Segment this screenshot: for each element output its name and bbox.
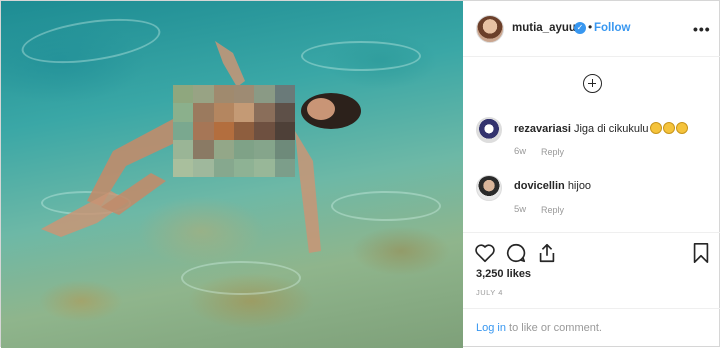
likes-count[interactable]: 3,250 likes [476, 268, 531, 280]
comment-item: rezavariasi Jiga di cikukulu 6w Reply [476, 117, 716, 161]
post-header: mutia_ayuu ✓ • Follow ••• [463, 1, 720, 57]
post-frame: mutia_ayuu ✓ • Follow ••• rezavariasi Ji… [0, 0, 720, 348]
more-options-icon[interactable]: ••• [693, 21, 711, 37]
commenter-avatar[interactable] [476, 117, 502, 143]
verified-badge-icon: ✓ [574, 22, 586, 34]
commenter-username[interactable]: dovicellin [514, 180, 565, 192]
login-prompt: Log in to like or comment. [463, 308, 720, 348]
login-rest-text: to like or comment. [505, 322, 602, 334]
commenter-username[interactable]: rezavariasi [514, 123, 571, 135]
comment-item: dovicellin hijoo 5w Reply [476, 175, 716, 219]
post-photo[interactable] [1, 1, 463, 348]
comment-text: rezavariasi Jiga di cikukulu [514, 122, 688, 135]
post-date[interactable]: JULY 4 [476, 288, 503, 297]
grin-emoji-icon [662, 122, 675, 134]
login-text: Log in to like or comment. [476, 322, 602, 334]
comment-time[interactable]: 5w [514, 204, 526, 215]
reply-button[interactable]: Reply [541, 147, 564, 157]
commenter-avatar[interactable] [476, 175, 502, 201]
comment-text: dovicellin hijoo [514, 180, 591, 192]
author-avatar[interactable] [476, 15, 504, 43]
comment-body: Jiga di cikukulu [573, 123, 649, 135]
login-link[interactable]: Log in [476, 322, 506, 334]
share-icon[interactable] [536, 242, 558, 264]
load-more-comments-icon[interactable] [583, 74, 602, 93]
separator-dot: • [588, 20, 593, 34]
grin-emoji-icon [649, 122, 662, 134]
comment-icon[interactable] [505, 242, 527, 264]
reply-button[interactable]: Reply [541, 205, 564, 215]
author-username[interactable]: mutia_ayuu [512, 22, 576, 34]
comment-body: hijoo [567, 180, 592, 192]
follow-button[interactable]: Follow [594, 22, 630, 34]
comment-time[interactable]: 6w [514, 146, 526, 157]
censor-mosaic [173, 85, 295, 177]
grin-emoji-icon [675, 122, 688, 134]
bookmark-icon[interactable] [690, 242, 712, 264]
heart-icon[interactable] [474, 242, 496, 264]
action-bar: 3,250 likes JULY 4 [463, 232, 720, 308]
